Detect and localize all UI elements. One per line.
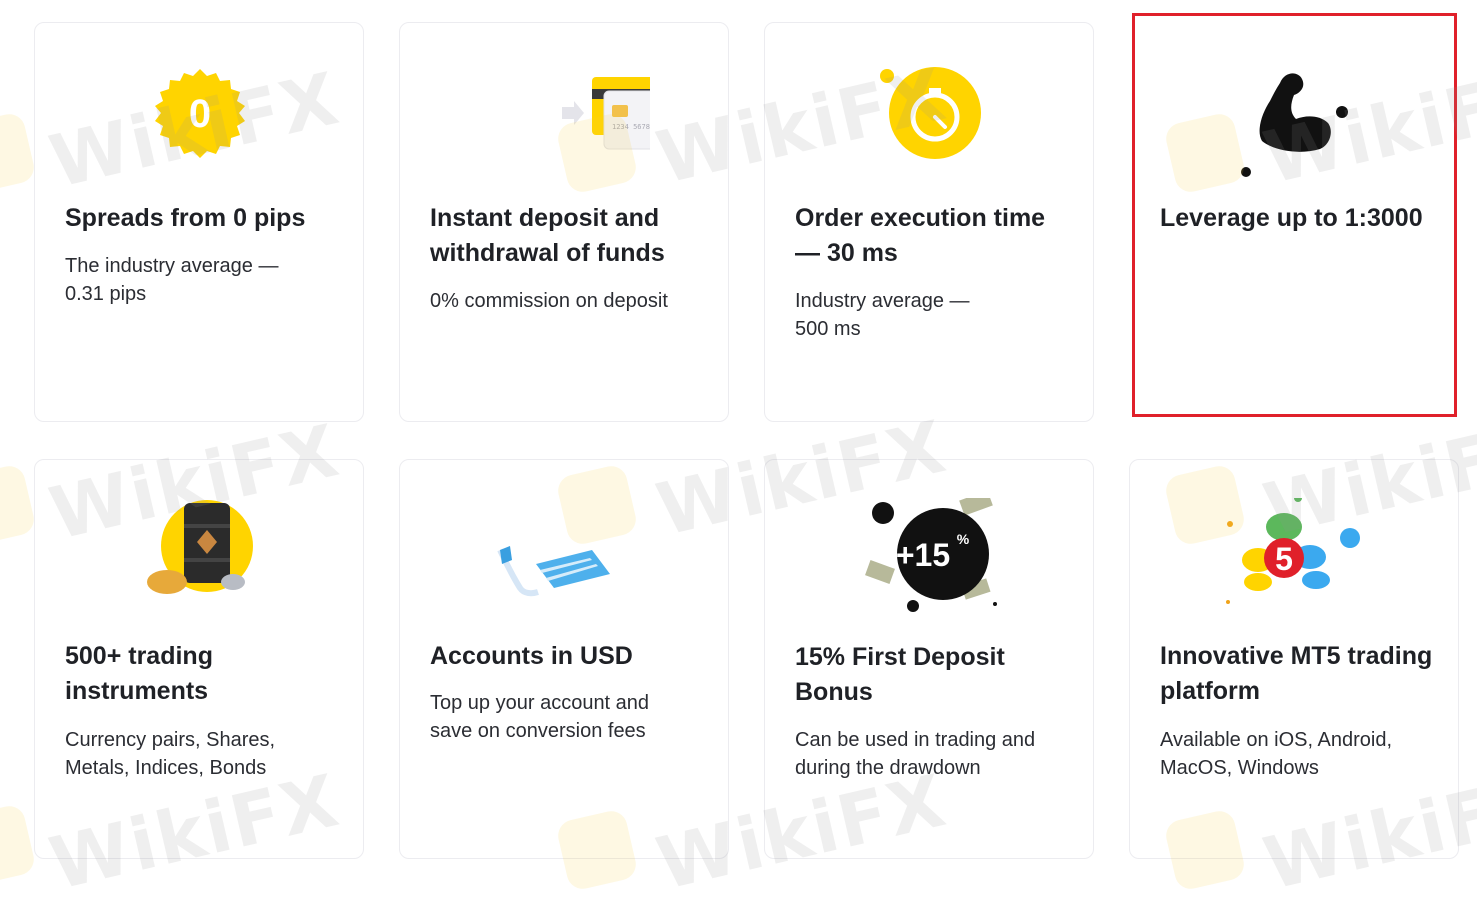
zero-badge-icon: 0 (115, 61, 285, 201)
feature-card-bonus: +15 % 15% First Deposit Bonus Can be use… (764, 459, 1094, 859)
feature-card-deposit: 1234 5678 Instant deposit and withdrawal… (399, 22, 729, 422)
bonus-badge-icon: +15 % (845, 490, 1015, 638)
feature-title: Spreads from 0 pips (65, 204, 306, 232)
mt5-logo-icon: 5 (1210, 494, 1380, 638)
feature-description: Top up your account and save on conversi… (430, 692, 650, 742)
feature-title: 500+ trading instruments (65, 642, 213, 705)
feature-card-mt5: 5 Innovative MT5 trading platform Availa… (1129, 459, 1459, 859)
credit-card-icon: 1234 5678 (480, 61, 724, 201)
svg-text:+15: +15 (896, 537, 950, 573)
feature-card-leverage: Leverage up to 1:3000 (1129, 22, 1459, 422)
watermark-logo (0, 803, 37, 887)
feature-title: 15% First Deposit Bonus (795, 643, 1005, 706)
feature-title: Order execution time — 30 ms (795, 204, 1046, 267)
usd-account-icon (480, 498, 650, 638)
svg-text:0: 0 (189, 92, 211, 136)
watermark-logo (0, 111, 37, 195)
feature-card-spreads: 0 Spreads from 0 pips The industry avera… (34, 22, 364, 422)
feature-description: Available on iOS, Android, MacOS, Window… (1160, 729, 1393, 779)
flexed-biceps-icon (1210, 61, 1380, 201)
feature-description: Can be used in trading and during the dr… (795, 729, 1036, 779)
svg-text:5: 5 (1275, 541, 1293, 577)
feature-title: Accounts in USD (430, 642, 633, 670)
feature-description: The industry average — 0.31 pips (65, 255, 279, 305)
feature-card-instruments: 500+ trading instruments Currency pairs,… (34, 459, 364, 859)
feature-title: Innovative MT5 trading platform (1160, 642, 1433, 705)
feature-card-execution: Order execution time — 30 ms Industry av… (764, 22, 1094, 422)
feature-card-usd: Accounts in USD Top up your account and … (399, 459, 729, 859)
feature-title: Instant deposit and withdrawal of funds (430, 204, 665, 267)
svg-text:%: % (957, 531, 970, 547)
feature-title: Leverage up to 1:3000 (1160, 204, 1423, 232)
svg-text:1234 5678: 1234 5678 (612, 123, 650, 131)
oil-barrel-icon (115, 498, 285, 638)
feature-description: Industry average — 500 ms (795, 290, 970, 340)
feature-description: 0% commission on deposit (430, 290, 668, 312)
feature-description: Currency pairs, Shares, Metals, Indices,… (65, 729, 276, 779)
watermark-logo (0, 463, 37, 547)
stopwatch-icon (845, 61, 1015, 201)
